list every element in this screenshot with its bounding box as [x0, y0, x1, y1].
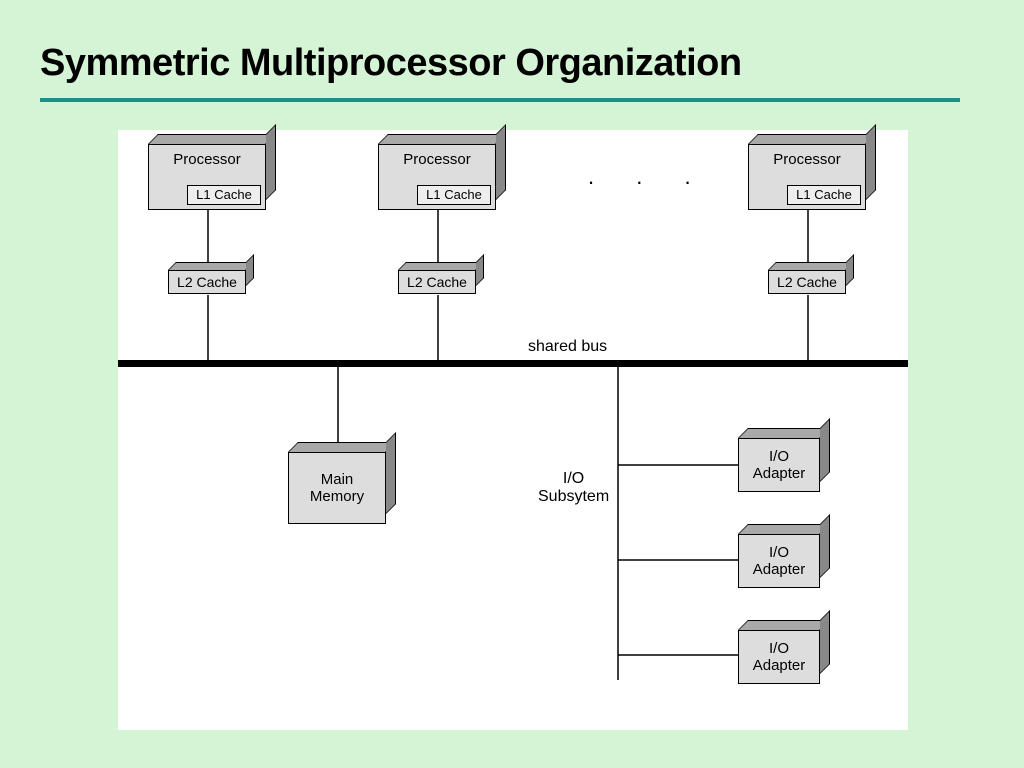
title-underline	[40, 98, 960, 102]
l1-cache-2: L1 Cache	[417, 185, 491, 205]
processor-label: Processor	[773, 151, 841, 168]
l1-cache-1: L1 Cache	[187, 185, 261, 205]
diagram-canvas: Processor L1 Cache Processor L1 Cache Pr…	[118, 130, 908, 730]
ellipsis: . . .	[588, 164, 709, 190]
processor-label: Processor	[173, 151, 241, 168]
page-title: Symmetric Multiprocessor Organization	[40, 42, 742, 85]
processor-label: Processor	[403, 151, 471, 168]
io-subsystem-label: I/O Subsytem	[538, 470, 609, 506]
l1-cache-3: L1 Cache	[787, 185, 861, 205]
slide: Symmetric Multiprocessor Organization	[0, 0, 1024, 768]
shared-bus-label: shared bus	[528, 338, 607, 356]
